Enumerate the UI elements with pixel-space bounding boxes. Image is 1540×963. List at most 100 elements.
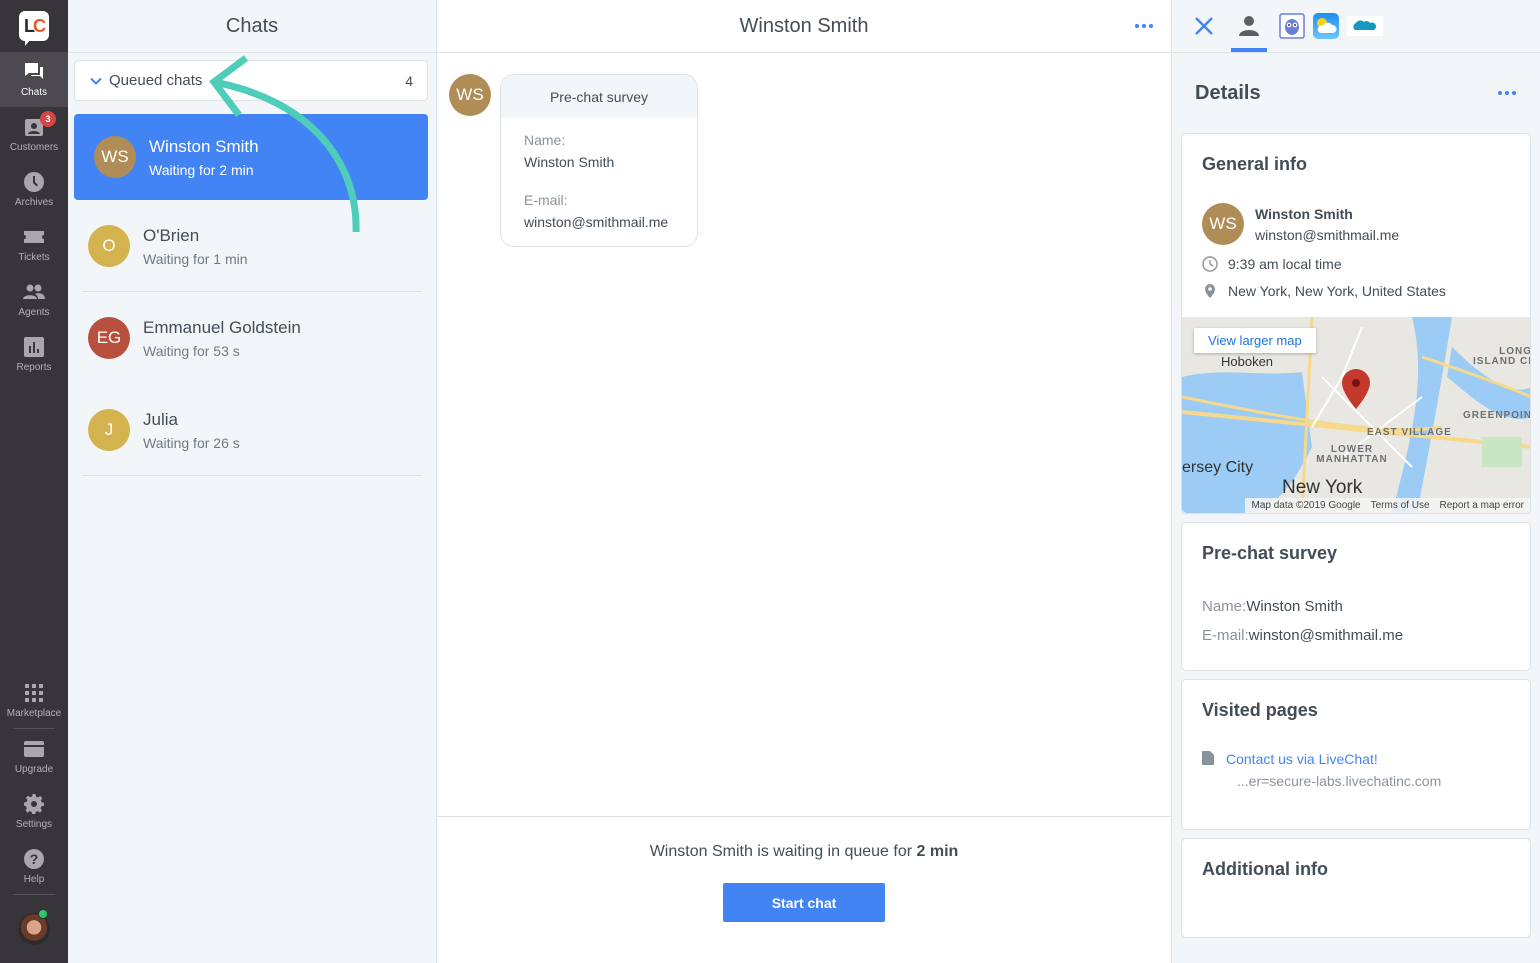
document-icon	[1202, 751, 1214, 765]
map-data-credit: Map data ©2019 Google	[1251, 500, 1361, 511]
close-details-button[interactable]	[1193, 0, 1215, 53]
start-chat-button[interactable]: Start chat	[723, 883, 885, 922]
nav-item-agents[interactable]: Agents	[0, 272, 68, 327]
queue-footer: Winston Smith is waiting in queue for 2 …	[437, 816, 1171, 963]
chevron-down-icon	[90, 77, 102, 85]
reports-icon	[23, 336, 45, 358]
nav-label: Tickets	[18, 252, 50, 263]
view-larger-map-link[interactable]: View larger map	[1194, 328, 1316, 353]
close-icon	[1195, 17, 1213, 35]
nav-label: Reports	[16, 362, 52, 373]
nav-item-upgrade[interactable]: Upgrade	[0, 729, 68, 784]
nav-item-help[interactable]: ? Help	[0, 839, 68, 894]
card-icon	[23, 738, 45, 760]
details-tabs	[1173, 0, 1540, 53]
survey-name-label: Name:	[1202, 598, 1247, 615]
tab-customer[interactable]	[1231, 0, 1267, 53]
person-icon	[1239, 16, 1259, 36]
chat-item-name: O'Brien	[143, 225, 200, 245]
nav-label: Chats	[20, 87, 48, 98]
map-label: EAST VILLAGE	[1367, 427, 1452, 438]
avatar: WS	[449, 74, 491, 116]
nav-item-settings[interactable]: Settings	[0, 784, 68, 839]
details-title: Details	[1195, 81, 1261, 104]
map-label: ersey City	[1182, 459, 1254, 476]
ticket-icon	[23, 226, 45, 248]
chat-item-status: Waiting for 2 min	[149, 161, 254, 178]
chat-list-item[interactable]: O O'Brien Waiting for 1 min	[68, 200, 436, 292]
avatar: EG	[88, 317, 130, 359]
survey-name-label: Name:	[524, 132, 566, 148]
nav-label: Upgrade	[14, 764, 54, 775]
queue-message: Winston Smith is waiting in queue for 2 …	[437, 843, 1171, 861]
chats-icon	[23, 61, 45, 83]
queue-message-text: Winston Smith is waiting in queue for	[649, 843, 917, 860]
nav-item-chats[interactable]: Chats	[0, 52, 68, 107]
map-terms-link[interactable]: Terms of Use	[1371, 500, 1430, 511]
details-more-options-icon[interactable]	[1498, 91, 1516, 95]
nav-item-archives[interactable]: Archives	[0, 162, 68, 217]
map-report-error-link[interactable]: Report a map error	[1440, 500, 1524, 511]
survey-email-label: E-mail:	[1202, 627, 1249, 644]
tab-owl-app[interactable]	[1279, 0, 1305, 53]
customer-name: Winston Smith	[1255, 205, 1353, 222]
nav-item-tickets[interactable]: Tickets	[0, 217, 68, 272]
avatar: WS	[1202, 203, 1244, 245]
agent-avatar[interactable]	[0, 895, 68, 963]
additional-info-title: Additional info	[1202, 859, 1328, 879]
weather-app-icon	[1313, 13, 1339, 39]
tab-salesforce-app[interactable]	[1347, 0, 1383, 53]
chat-list-item[interactable]: WS Winston Smith Waiting for 2 min	[74, 114, 428, 200]
conversation-title: Winston Smith	[739, 14, 869, 37]
nav-item-customers[interactable]: 3 Customers	[0, 107, 68, 162]
help-icon: ?	[23, 848, 45, 870]
chat-list-title: Chats	[68, 0, 436, 53]
customer-summary: WS Winston Smith winston@smithmail.me	[1202, 203, 1510, 245]
chat-item-status: Waiting for 26 s	[143, 434, 240, 451]
visited-page-link[interactable]: Contact us via LiveChat!	[1226, 751, 1378, 767]
survey-name-row: Name:Winston Smith	[1202, 598, 1510, 615]
additional-info-card: Additional info	[1181, 838, 1531, 938]
more-options-icon[interactable]	[1135, 24, 1153, 28]
nav-item-marketplace[interactable]: Marketplace	[0, 673, 68, 728]
map-attribution: Map data ©2019 Google Terms of Use Repor…	[1245, 498, 1530, 513]
queued-chats-label: Queued chats	[109, 72, 203, 89]
location-map[interactable]: View larger map Hoboken LONG ISLAND CI G…	[1182, 317, 1530, 513]
survey-email-label: E-mail:	[524, 192, 568, 208]
survey-email-value: winston@smithmail.me	[1248, 627, 1404, 644]
livechat-logo[interactable]: LC	[0, 0, 68, 52]
queued-chats-count: 4	[405, 72, 413, 89]
general-info-card: General info WS Winston Smith winston@sm…	[1181, 133, 1531, 514]
chat-item-name: Winston Smith	[149, 136, 259, 156]
survey-name-value: Winston Smith	[1246, 598, 1343, 615]
map-label: Hoboken	[1221, 354, 1274, 369]
visited-pages-title: Visited pages	[1202, 700, 1318, 720]
chat-list-item[interactable]: J Julia Waiting for 26 s	[68, 384, 436, 476]
survey-card-title: Pre-chat survey	[501, 75, 697, 118]
queued-chats-toggle[interactable]: Queued chats 4	[74, 60, 428, 101]
local-time-row: 9:39 am local time	[1202, 256, 1510, 272]
chat-item-status: Waiting for 53 s	[143, 342, 240, 359]
nav-item-reports[interactable]: Reports	[0, 327, 68, 382]
location-row: New York, New York, United States	[1202, 283, 1510, 299]
local-time: 9:39 am local time	[1228, 256, 1342, 272]
logo-letter-c: C	[33, 15, 46, 36]
map-label: New York	[1282, 477, 1363, 498]
customer-location: New York, New York, United States	[1228, 283, 1446, 299]
survey-email-row: E-mail:winston@smithmail.me	[1202, 627, 1510, 644]
nav-label: Settings	[15, 819, 53, 830]
survey-email-value: winston@smithmail.me	[524, 214, 669, 230]
map-label: LOWER MANHATTAN	[1316, 444, 1388, 465]
pre-chat-survey-details-card: Pre-chat survey Name:Winston Smith E-mai…	[1181, 522, 1531, 671]
nav-label: Customers	[9, 142, 59, 153]
avatar: J	[88, 409, 130, 451]
logo-letter-l: L	[24, 15, 35, 36]
nav-label: Marketplace	[6, 708, 62, 719]
agents-icon	[23, 281, 45, 303]
chat-item-name: Emmanuel Goldstein	[143, 317, 301, 337]
chat-list-item[interactable]: EG Emmanuel Goldstein Waiting for 53 s	[68, 292, 436, 384]
nav-label: Archives	[14, 197, 54, 208]
tab-weather-app[interactable]	[1313, 0, 1339, 53]
conversation-panel: Winston Smith WS Pre-chat survey Name: W…	[437, 0, 1172, 963]
conversation-header: Winston Smith	[437, 0, 1171, 53]
